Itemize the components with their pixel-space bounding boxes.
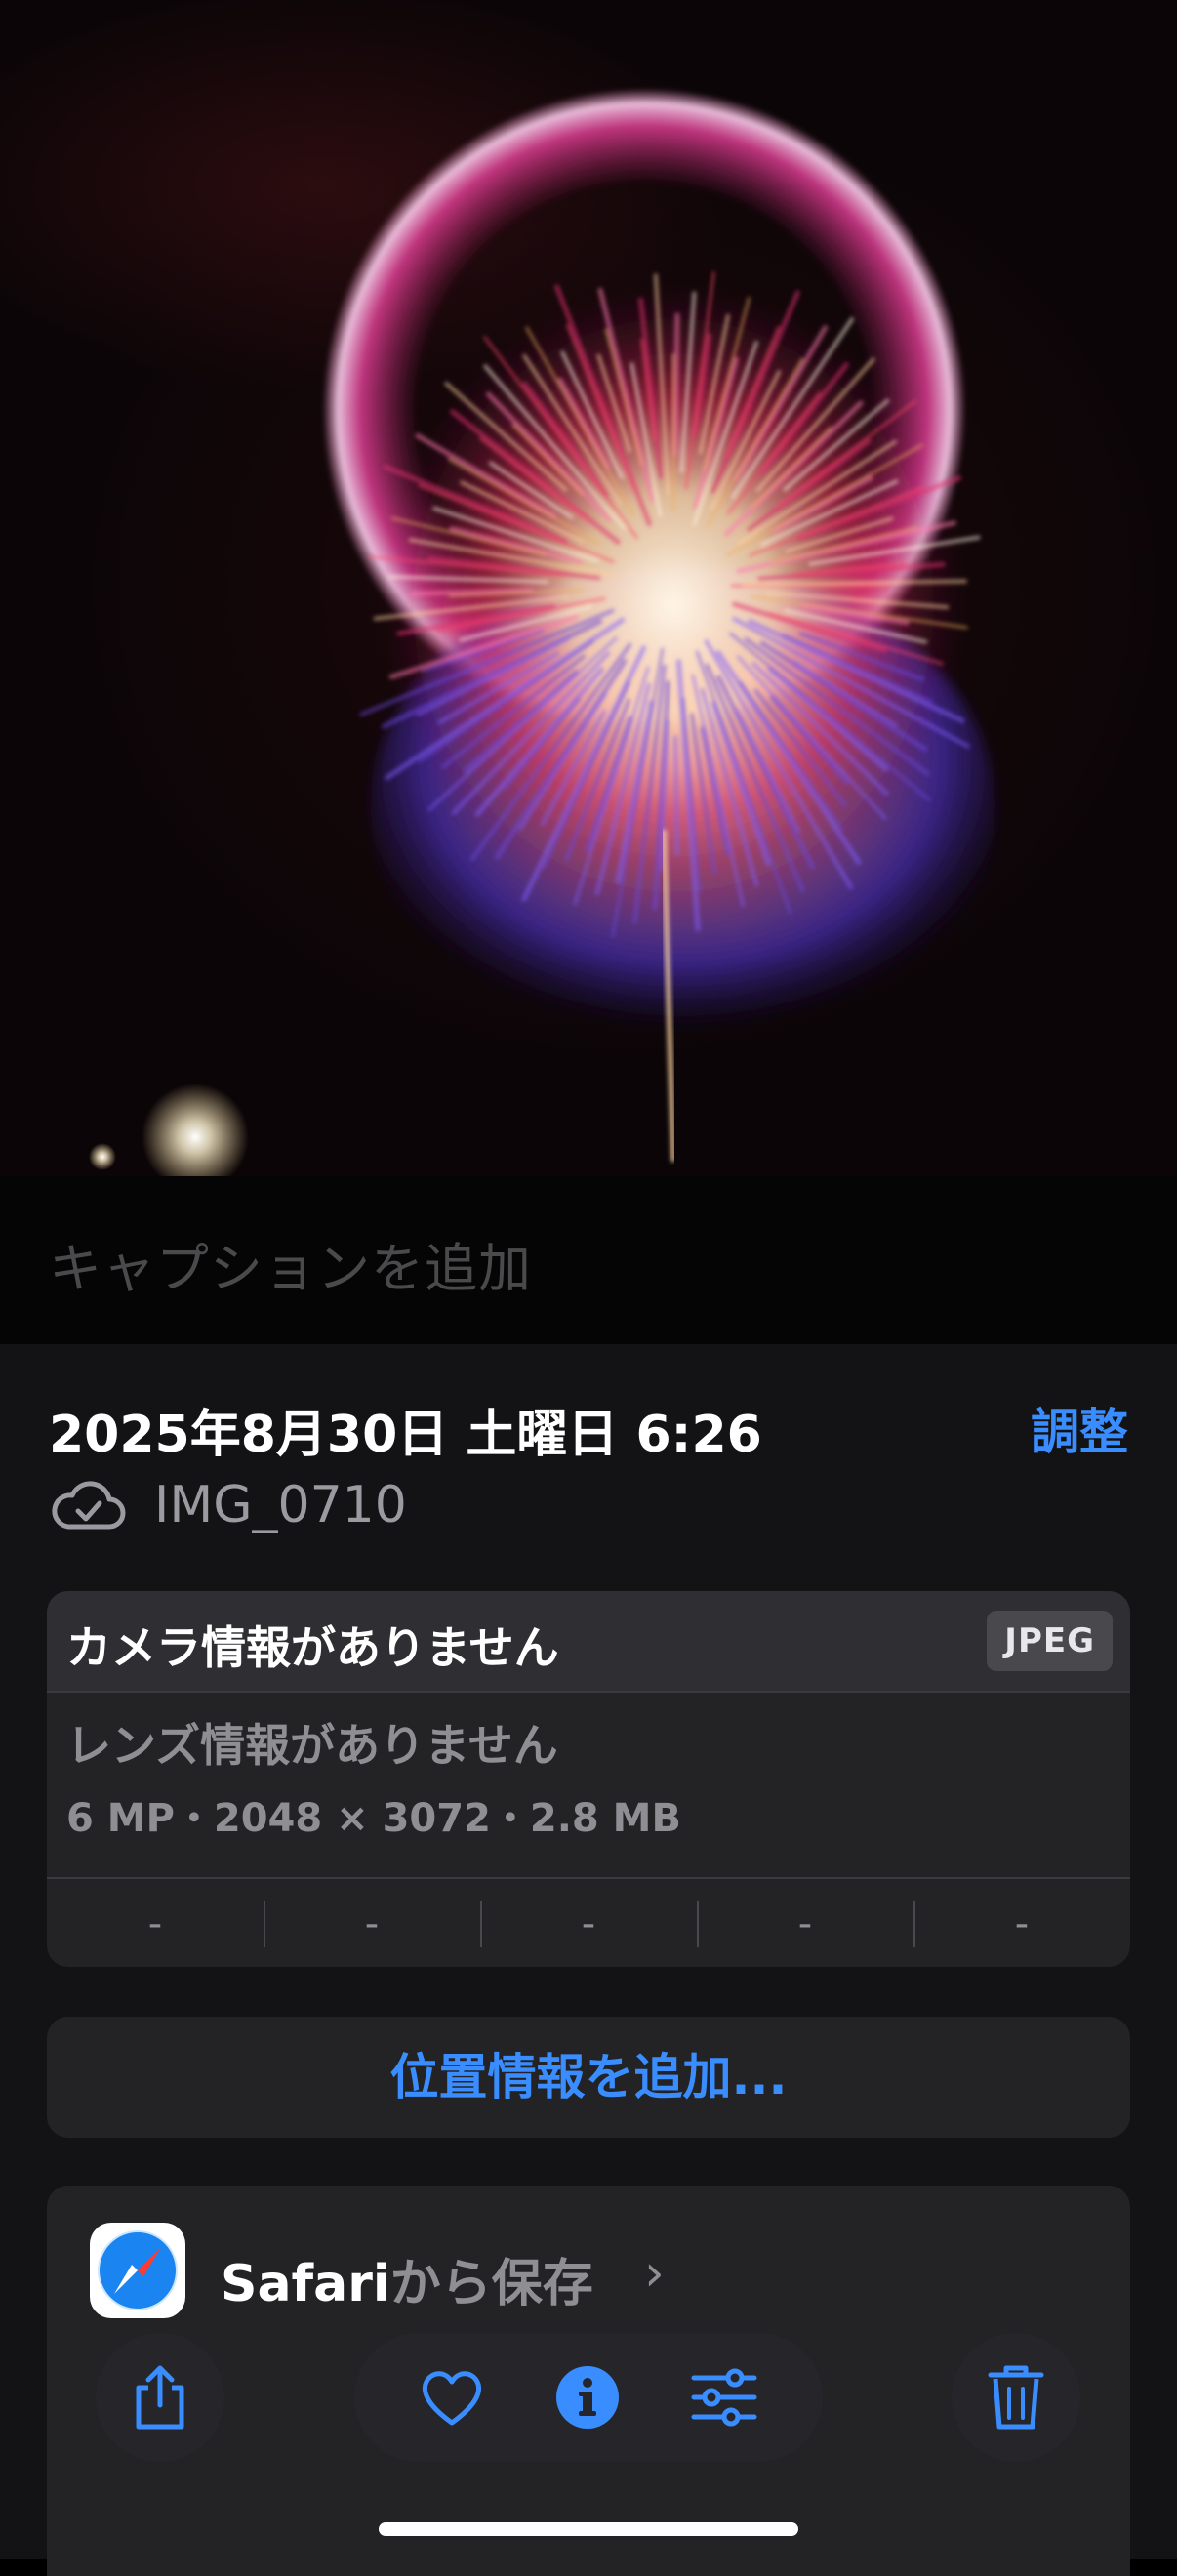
sliders-icon[interactable] <box>690 2368 758 2427</box>
file-name: IMG_0710 <box>154 1476 407 1534</box>
exif-ev: - <box>480 1879 697 1967</box>
photo-viewer[interactable] <box>0 0 1177 1176</box>
file-row: IMG_0710 <box>49 1476 407 1534</box>
image-specs: 6 MP・2048 × 3072・2.8 MB <box>66 1796 681 1841</box>
exif-shutter: - <box>913 1879 1130 1967</box>
caption-input[interactable]: キャプションを追加 <box>49 1225 532 1302</box>
share-icon <box>129 2362 191 2433</box>
source-label[interactable]: Safariから保存 <box>221 2242 593 2315</box>
caption-area[interactable]: キャプションを追加 <box>0 1176 1177 1344</box>
exif-focal-length: - <box>264 1879 480 1967</box>
firework-streak <box>673 735 679 857</box>
trash-icon <box>987 2363 1045 2432</box>
camera-info-card: カメラ情報がありません JPEG レンズ情報がありません 6 MP・2048 ×… <box>47 1591 1130 1967</box>
location-card: 位置情報を追加... <box>47 2017 1130 2138</box>
exif-iso: - <box>147 1901 163 1946</box>
source-app: Safari <box>221 2255 390 2313</box>
lens-info: レンズ情報がありません <box>66 1719 558 1772</box>
exif-aperture: - <box>697 1879 913 1967</box>
source-suffix: から保存 <box>389 2255 593 2313</box>
info-icon[interactable] <box>554 2364 621 2431</box>
chevron-right-icon: › <box>644 2244 665 2303</box>
firework-streak <box>672 312 680 458</box>
adjust-date-button[interactable]: 調整 <box>1031 1393 1128 1463</box>
camera-title: カメラ情報がありません <box>66 1621 559 1674</box>
camera-header: カメラ情報がありません JPEG <box>47 1591 1130 1693</box>
format-badge: JPEG <box>987 1611 1113 1671</box>
icloud-icon <box>49 1478 127 1533</box>
date-time: 2025年8月30日 土曜日 6:26 <box>49 1406 762 1464</box>
home-indicator[interactable] <box>379 2522 798 2536</box>
share-button[interactable] <box>96 2333 224 2462</box>
safari-icon <box>90 2223 185 2318</box>
exif-row: - - - - - <box>47 1877 1130 1967</box>
toolbar-center-group <box>354 2333 823 2462</box>
add-location-button[interactable]: 位置情報を追加... <box>47 2017 1130 2138</box>
heart-icon[interactable] <box>419 2368 485 2427</box>
fireworks-photo <box>89 88 995 1176</box>
delete-button[interactable] <box>952 2333 1080 2462</box>
